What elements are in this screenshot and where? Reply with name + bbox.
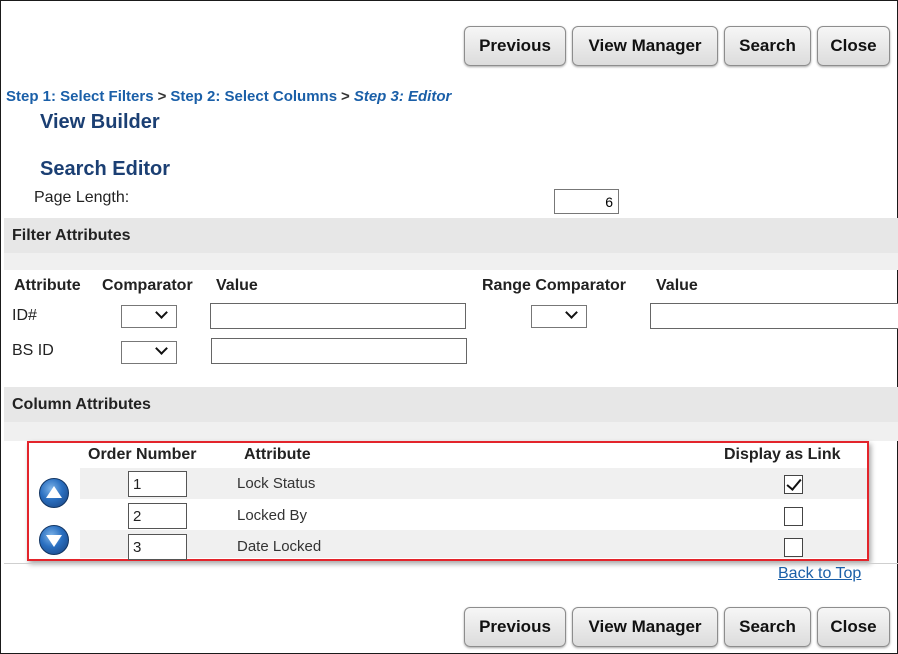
column-attribute-label: Date Locked — [237, 538, 322, 555]
move-down-arrow-icon[interactable] — [39, 525, 69, 555]
top-toolbar: Previous View Manager Search Close — [464, 26, 890, 66]
display-as-link-checkbox[interactable] — [784, 475, 803, 494]
column-attribute-label: Lock Status — [237, 475, 316, 492]
filter-attributes-header: Filter Attributes — [4, 218, 898, 253]
column-attributes-header: Column Attributes — [4, 387, 898, 422]
display-as-link-checkbox[interactable] — [784, 538, 803, 557]
filter-col-comparator: Comparator — [102, 277, 193, 294]
id-comparator-select[interactable] — [121, 305, 177, 328]
breadcrumb-separator: > — [341, 88, 350, 105]
id-range-value-input[interactable] — [650, 303, 898, 329]
previous-button[interactable]: Previous — [464, 26, 566, 66]
filter-col-value: Value — [216, 277, 258, 294]
search-editor-heading: Search Editor — [40, 158, 171, 180]
order-number-input[interactable] — [128, 534, 187, 560]
page-length-label: Page Length: — [34, 189, 130, 206]
column-spacer-band — [4, 422, 898, 441]
previous-button[interactable]: Previous — [464, 607, 566, 647]
breadcrumb: Step 1: Select Filters > Step 2: Select Co… — [6, 88, 451, 105]
order-number-input[interactable] — [128, 471, 187, 497]
filter-col-range-value: Value — [656, 277, 698, 294]
back-to-top-link[interactable]: Back to Top — [778, 565, 861, 583]
view-manager-button[interactable]: View Manager — [572, 607, 718, 647]
column-header-attribute: Attribute — [244, 446, 311, 463]
table-row — [80, 468, 867, 499]
chevron-down-icon — [155, 342, 168, 355]
search-button[interactable]: Search — [724, 26, 811, 66]
filter-col-range-comparator: Range Comparator — [482, 277, 627, 294]
view-manager-button[interactable]: View Manager — [572, 26, 718, 66]
close-button[interactable]: Close — [817, 607, 890, 647]
id-value-input[interactable] — [210, 303, 466, 329]
filter-row-attribute-id: ID# — [12, 307, 37, 324]
close-button[interactable]: Close — [817, 26, 890, 66]
view-builder-heading: View Builder — [40, 111, 160, 133]
breadcrumb-step2-link[interactable]: Step 2: Select Columns — [170, 88, 337, 105]
breadcrumb-current-step: Step 3: Editor — [353, 88, 452, 105]
divider — [4, 563, 898, 564]
filter-col-attribute: Attribute — [14, 277, 81, 294]
table-row — [80, 530, 867, 558]
filter-row-attribute-bsid: BS ID — [12, 342, 54, 359]
column-header-order-number: Order Number — [88, 446, 197, 463]
table-row — [80, 499, 867, 530]
order-number-input[interactable] — [128, 503, 187, 529]
page-length-input[interactable] — [554, 189, 619, 214]
column-header-display-as-link: Display as Link — [724, 446, 841, 463]
bottom-toolbar: Previous View Manager Search Close — [464, 607, 890, 647]
bsid-comparator-select[interactable] — [121, 341, 177, 364]
chevron-down-icon — [155, 306, 168, 319]
column-attribute-label: Locked By — [237, 507, 308, 524]
id-range-comparator-select[interactable] — [531, 305, 587, 328]
filter-spacer-band — [4, 253, 898, 270]
breadcrumb-separator: > — [157, 88, 167, 105]
chevron-down-icon — [565, 306, 578, 319]
bsid-value-input[interactable] — [211, 338, 467, 364]
search-button[interactable]: Search — [724, 607, 811, 647]
display-as-link-checkbox[interactable] — [784, 507, 803, 526]
breadcrumb-step1-link[interactable]: Step 1: Select Filters — [6, 88, 154, 105]
move-up-arrow-icon[interactable] — [39, 478, 69, 508]
